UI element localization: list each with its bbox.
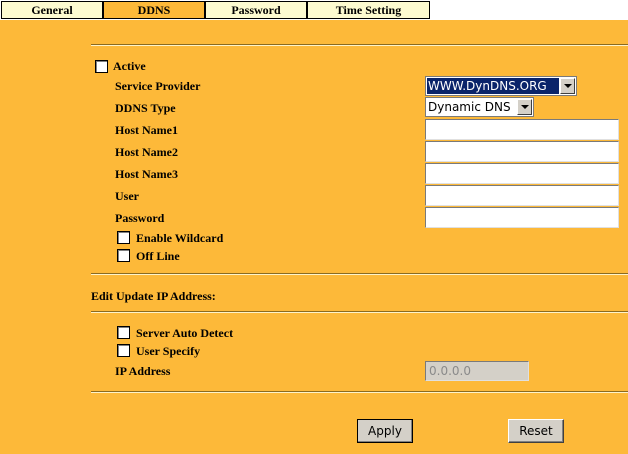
reset-button[interactable]: Reset <box>508 419 564 443</box>
host-name2-input[interactable] <box>425 141 619 162</box>
chevron-down-icon[interactable] <box>517 99 532 115</box>
ip-address-label: IP Address <box>115 364 171 378</box>
ddns-type-label: DDNS Type <box>115 101 176 115</box>
service-provider-label: Service Provider <box>115 79 201 93</box>
ip-address-input[interactable] <box>425 361 529 381</box>
ddns-type-value: Dynamic DNS <box>428 100 511 114</box>
tab-general[interactable]: General <box>1 1 103 19</box>
service-provider-select[interactable]: WWW.DynDNS.ORG <box>425 76 577 96</box>
divider <box>91 44 628 46</box>
server-auto-detect-checkbox[interactable] <box>117 326 130 339</box>
tab-ddns[interactable]: DDNS <box>103 1 205 19</box>
user-specify-checkbox[interactable] <box>117 344 130 357</box>
off-line-label: Off Line <box>136 249 180 263</box>
host-name3-label: Host Name3 <box>115 167 178 181</box>
off-line-checkbox[interactable] <box>117 249 130 262</box>
server-auto-detect-label: Server Auto Detect <box>136 326 234 340</box>
user-label: User <box>115 189 139 203</box>
password-label: Password <box>115 211 165 225</box>
tab-time-setting[interactable]: Time Setting <box>307 1 430 19</box>
active-checkbox[interactable] <box>95 60 108 73</box>
chevron-down-icon[interactable] <box>560 78 575 94</box>
host-name2-label: Host Name2 <box>115 145 178 159</box>
divider <box>91 391 628 393</box>
password-input[interactable] <box>425 207 619 228</box>
host-name1-label: Host Name1 <box>115 123 178 137</box>
host-name3-input[interactable] <box>425 163 619 184</box>
enable-wildcard-label: Enable Wildcard <box>136 231 224 245</box>
ddns-type-select[interactable]: Dynamic DNS <box>425 97 534 117</box>
divider <box>91 311 628 313</box>
enable-wildcard-checkbox[interactable] <box>117 231 130 244</box>
section-title: Edit Update IP Address: <box>91 289 216 303</box>
tab-password[interactable]: Password <box>205 1 307 19</box>
service-provider-value: WWW.DynDNS.ORG <box>427 78 559 94</box>
user-input[interactable] <box>425 185 619 206</box>
apply-button[interactable]: Apply <box>357 419 413 443</box>
user-specify-label: User Specify <box>136 344 201 358</box>
tab-bar: General DDNS Password Time Setting <box>0 0 628 20</box>
host-name1-input[interactable] <box>425 119 619 140</box>
divider <box>91 273 628 275</box>
active-label: Active <box>113 59 146 73</box>
